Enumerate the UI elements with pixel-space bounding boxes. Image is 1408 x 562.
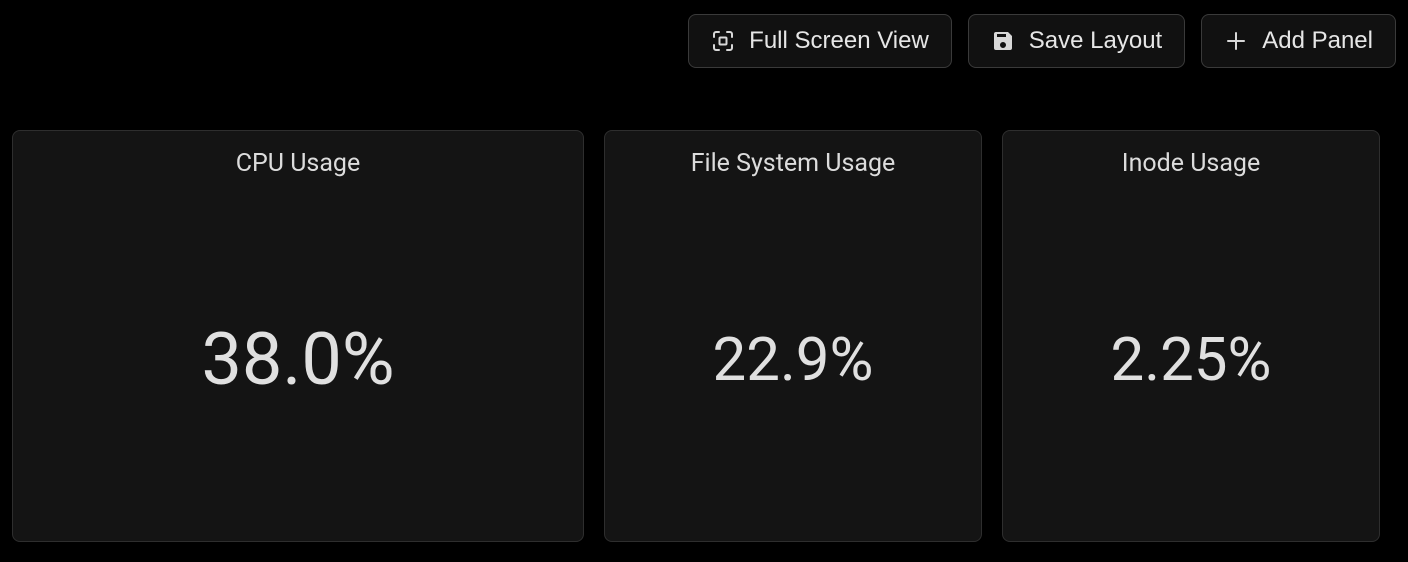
plus-icon	[1224, 29, 1248, 53]
add-panel-label: Add Panel	[1262, 27, 1373, 55]
fullscreen-icon	[711, 29, 735, 53]
panels-container: CPU Usage 38.0% File System Usage 22.9% …	[0, 82, 1408, 542]
panel-body: 38.0%	[13, 178, 583, 541]
save-layout-label: Save Layout	[1029, 27, 1162, 55]
save-icon	[991, 29, 1015, 53]
panel-value: 22.9%	[713, 309, 874, 411]
toolbar: Full Screen View Save Layout Add Panel	[0, 0, 1408, 82]
panel-file-system-usage[interactable]: File System Usage 22.9%	[604, 130, 982, 542]
panel-title: File System Usage	[691, 131, 896, 178]
panel-title: Inode Usage	[1122, 131, 1260, 178]
panel-body: 22.9%	[605, 178, 981, 541]
full-screen-view-button[interactable]: Full Screen View	[688, 14, 952, 68]
panel-value: 2.25%	[1111, 309, 1272, 411]
panel-inode-usage[interactable]: Inode Usage 2.25%	[1002, 130, 1380, 542]
save-layout-button[interactable]: Save Layout	[968, 14, 1185, 68]
panel-cpu-usage[interactable]: CPU Usage 38.0%	[12, 130, 584, 542]
add-panel-button[interactable]: Add Panel	[1201, 14, 1396, 68]
full-screen-view-label: Full Screen View	[749, 27, 929, 55]
panel-value: 38.0%	[201, 324, 394, 396]
panel-title: CPU Usage	[236, 131, 360, 178]
panel-body: 2.25%	[1003, 178, 1379, 541]
